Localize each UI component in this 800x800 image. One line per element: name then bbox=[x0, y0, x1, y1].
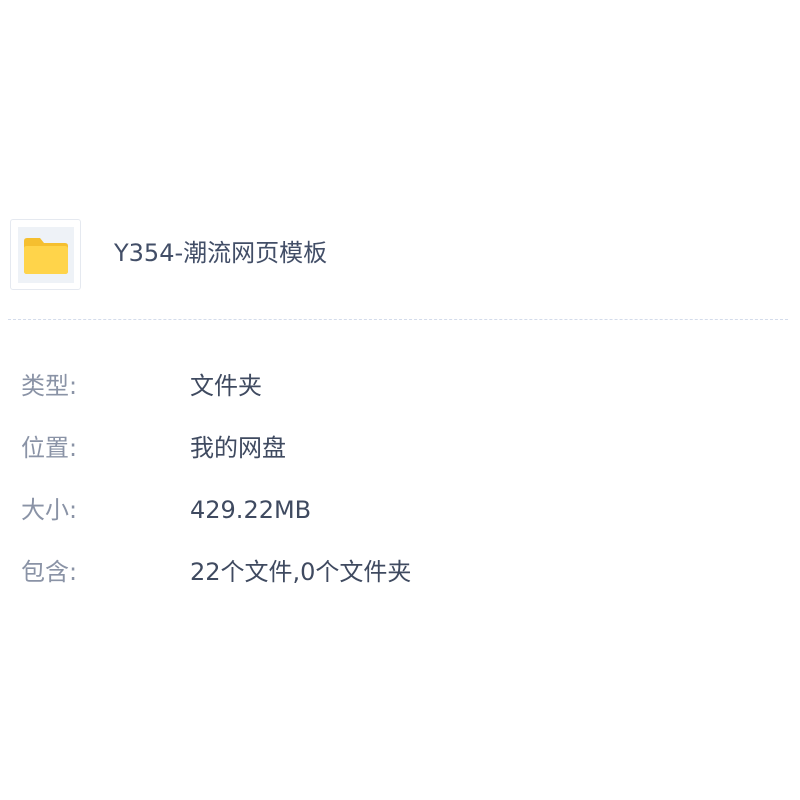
file-icon-box bbox=[10, 219, 81, 290]
property-value-location: 我的网盘 bbox=[190, 434, 286, 462]
file-header: Y354-潮流网页模板 bbox=[10, 219, 790, 291]
property-label-type: 类型: bbox=[21, 372, 78, 400]
folder-icon bbox=[18, 227, 74, 283]
property-row-contains: 包含: 22个文件,0个文件夹 bbox=[0, 546, 800, 586]
property-value-type: 文件夹 bbox=[190, 372, 262, 400]
property-label-size: 大小: bbox=[21, 496, 78, 524]
property-label-location: 位置: bbox=[21, 434, 78, 462]
property-value-contains: 22个文件,0个文件夹 bbox=[190, 558, 412, 586]
divider bbox=[8, 319, 788, 320]
file-name: Y354-潮流网页模板 bbox=[114, 239, 328, 267]
property-row-type: 类型: 文件夹 bbox=[0, 360, 800, 400]
property-row-size: 大小: 429.22MB bbox=[0, 484, 800, 524]
property-value-size: 429.22MB bbox=[190, 496, 312, 524]
property-row-location: 位置: 我的网盘 bbox=[0, 422, 800, 462]
property-label-contains: 包含: bbox=[21, 558, 78, 586]
